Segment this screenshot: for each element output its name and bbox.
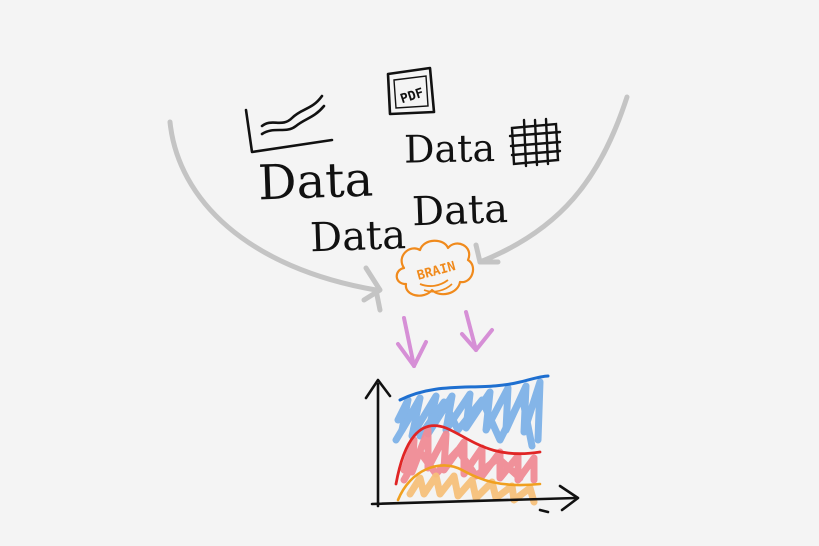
sketch-canvas: PDF Data Data Data Data BRAIN <box>0 0 819 546</box>
line-chart-icon <box>244 94 334 154</box>
table-grid-icon <box>508 117 562 168</box>
pdf-document-icon: PDF <box>386 66 436 116</box>
purple-arrow-right <box>460 310 494 352</box>
sketch-svg: PDF Data Data Data Data BRAIN <box>167 66 630 514</box>
data-word-2: Data <box>404 126 496 172</box>
brain-label: BRAIN <box>416 259 458 284</box>
data-word-1: Data <box>257 151 374 211</box>
output-chart <box>364 374 580 514</box>
pdf-icon-label: PDF <box>399 86 426 108</box>
data-word-3: Data <box>309 212 406 261</box>
brain-cloud-icon: BRAIN <box>395 239 475 297</box>
right-gray-arrow <box>473 94 630 265</box>
data-word-4: Data <box>411 186 508 235</box>
purple-arrow-left <box>396 316 428 368</box>
